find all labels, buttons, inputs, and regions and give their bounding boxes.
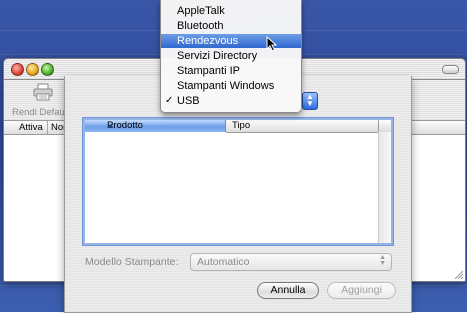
- column-type[interactable]: Tipo: [226, 120, 391, 133]
- add-button[interactable]: Aggiungi: [327, 282, 396, 299]
- toolbar-toggle-button[interactable]: [442, 65, 459, 74]
- printer-model-value: Automatico: [197, 256, 250, 268]
- column-active[interactable]: Attiva: [19, 122, 43, 133]
- menu-item-rendezvous[interactable]: Rendezvous: [161, 34, 301, 48]
- sort-ascending-icon: ▲: [107, 121, 115, 130]
- make-default-button[interactable]: Rendi Default: [12, 107, 70, 118]
- connection-type-popup-arrows[interactable]: ▲ ▼: [302, 92, 318, 110]
- column-product[interactable]: Prodotto ▲: [85, 120, 226, 132]
- printer-browser-list[interactable]: Prodotto ▲ Tipo: [83, 118, 393, 245]
- select-arrows-icon: ▲ ▼: [379, 254, 386, 267]
- menu-item-directory-services[interactable]: Servizi Directory: [161, 49, 301, 63]
- minimize-button[interactable]: [26, 63, 39, 76]
- cancel-button[interactable]: Annulla: [257, 282, 319, 299]
- menu-item-ip-printers[interactable]: Stampanti IP: [161, 64, 301, 78]
- menu-item-appletalk[interactable]: AppleTalk: [161, 4, 301, 18]
- close-button[interactable]: [11, 63, 24, 76]
- printer-icon[interactable]: [33, 83, 53, 101]
- menu-item-bluetooth[interactable]: Bluetooth: [161, 19, 301, 33]
- connection-type-menu: AppleTalk Bluetooth Rendezvous Servizi D…: [160, 0, 302, 113]
- menu-item-usb[interactable]: ✓ USB: [161, 94, 301, 108]
- printer-model-label: Modello Stampante:: [85, 256, 179, 268]
- menu-item-windows-printers[interactable]: Stampanti Windows: [161, 79, 301, 93]
- resize-grip-icon[interactable]: [453, 269, 463, 279]
- printer-model-select[interactable]: Automatico ▲ ▼: [190, 253, 392, 271]
- mouse-pointer-icon: [266, 36, 278, 52]
- checkmark-icon: ✓: [165, 95, 174, 106]
- vertical-scrollbar[interactable]: [378, 132, 391, 243]
- zoom-button[interactable]: [41, 63, 54, 76]
